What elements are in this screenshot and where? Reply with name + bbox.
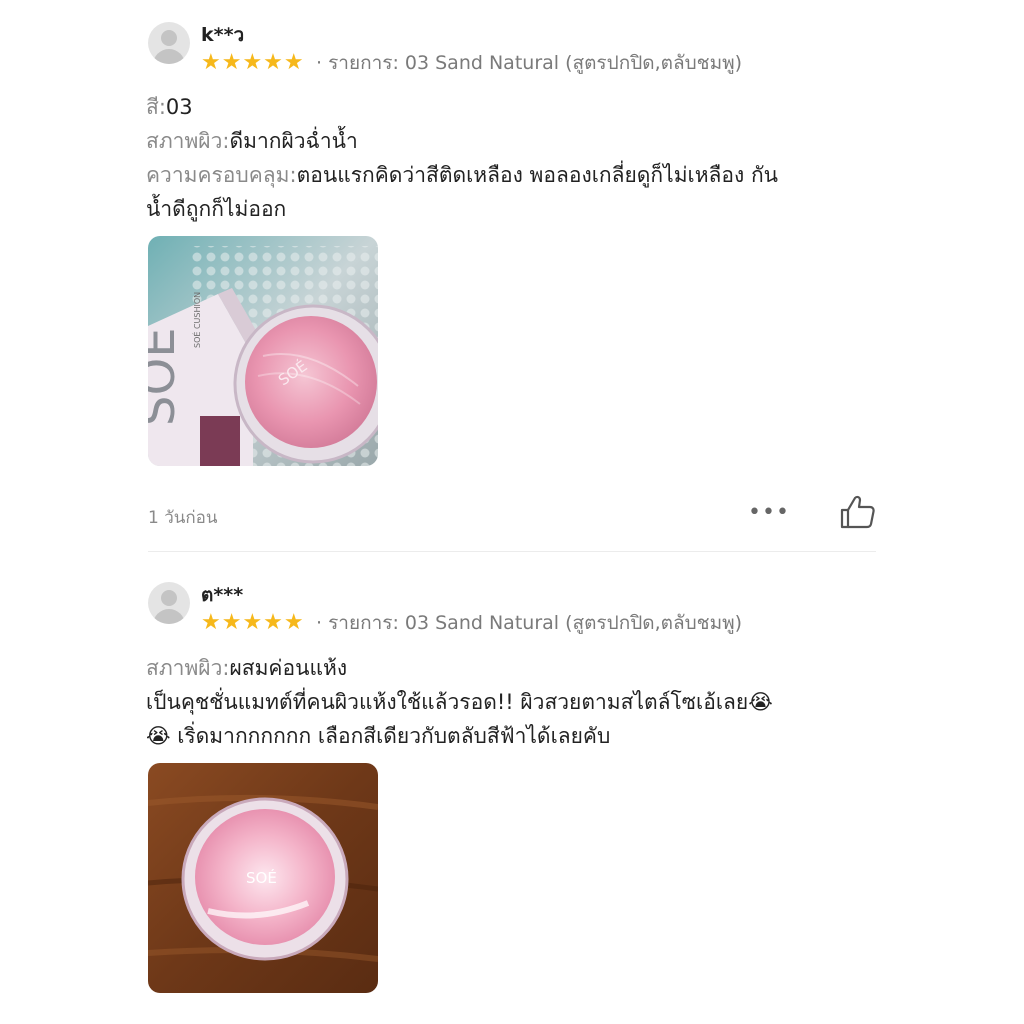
cushion-photo-image: SOÉ: [148, 763, 378, 993]
review-photo[interactable]: SOÉ: [148, 763, 378, 993]
field-value: ผสมค่อนแห้ง: [229, 656, 348, 680]
star-rating: ★★★★★: [201, 610, 305, 635]
avatar-head-shape: [161, 590, 177, 606]
field-label: สภาพผิว:: [146, 656, 230, 680]
product-variant: · รายการ: 03 Sand Natural (สูตรปกปิด,ตลั…: [316, 612, 743, 634]
avatar[interactable]: [148, 582, 190, 624]
review-text-line: 😭 เริ่ดมากกกกกก เลือกสีเดียวกับตลับสีฟ้า…: [146, 724, 611, 748]
review-text-line: เป็นคุชชั่นแมทต์ที่คนผิวแห้งใช้แล้วรอด!!…: [146, 690, 773, 714]
review-card: ต*** ★★★★★ · รายการ: 03 Sand Natural (สู…: [0, 0, 1024, 1024]
cushion-logo-text: SOÉ: [246, 868, 277, 887]
avatar-body-shape: [153, 609, 185, 624]
review-field-skin: สภาพผิว:ผสมค่อนแห้ง: [146, 651, 347, 685]
reviewer-name: ต***: [201, 584, 244, 606]
